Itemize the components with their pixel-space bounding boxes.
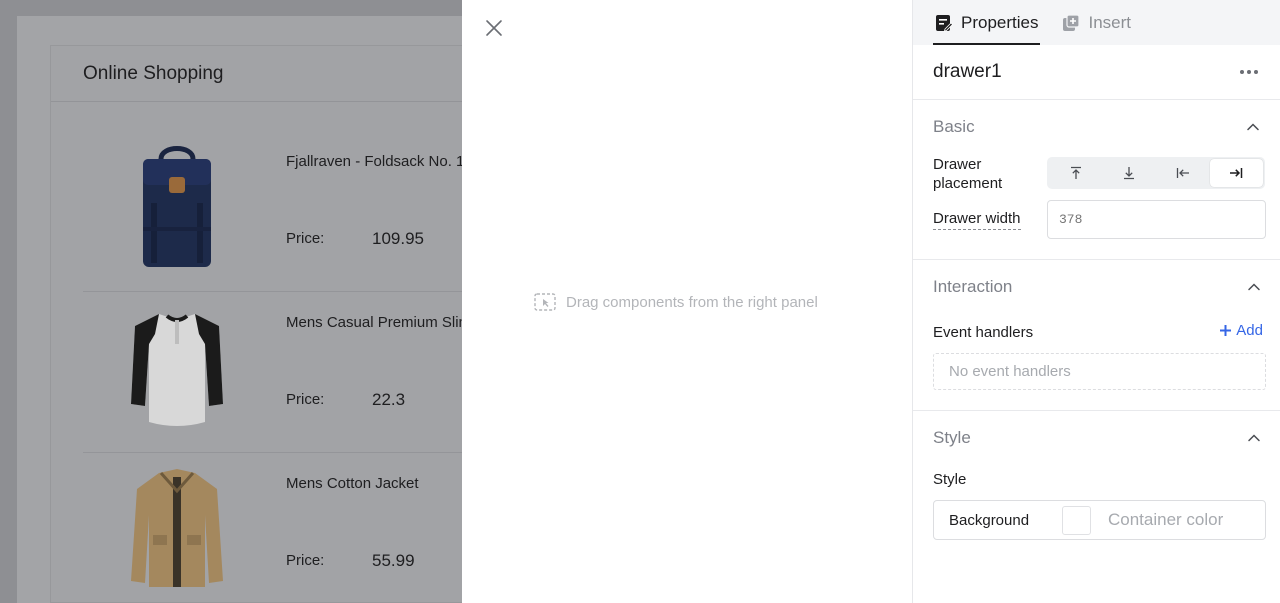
insert-icon	[1063, 13, 1081, 31]
interaction-section-title: Interaction	[933, 277, 1013, 296]
tab-insert[interactable]: Insert	[1060, 0, 1133, 45]
component-name[interactable]: drawer1	[933, 61, 1002, 83]
price-label: Price:	[286, 552, 325, 569]
panel-tabs: Properties Insert	[913, 0, 1280, 45]
properties-panel: Properties Insert drawer1 Basic Drawer p…	[912, 0, 1280, 603]
drag-component-icon	[534, 293, 556, 311]
basic-section-title: Basic	[933, 117, 975, 136]
product-name: Mens Cotton Jacket	[286, 475, 419, 492]
more-options-icon[interactable]	[1236, 66, 1262, 78]
interaction-section-header[interactable]: Interaction	[913, 260, 1280, 314]
event-handlers-label: Event handlers	[933, 324, 1034, 341]
align-right-icon	[1230, 168, 1243, 178]
placement-bottom-button[interactable]	[1103, 159, 1157, 187]
drawer-width-input[interactable]	[1047, 200, 1266, 239]
style-subtitle: Style	[933, 471, 967, 488]
background-label: Background	[949, 511, 1030, 529]
drop-zone-text: Drag components from the right panel	[566, 293, 818, 311]
event-handlers-empty: No event handlers	[933, 353, 1266, 390]
properties-icon	[936, 14, 953, 32]
chevron-up-icon	[1247, 123, 1259, 131]
align-bottom-icon	[1124, 167, 1135, 180]
background-placeholder: Container color	[1108, 510, 1224, 529]
tab-insert-label: Insert	[1088, 12, 1132, 32]
raglan-shirt-image	[131, 314, 223, 426]
interaction-section: Interaction Event handlers Add No event …	[913, 259, 1280, 410]
tab-properties-label: Properties	[961, 12, 1039, 32]
price-value: 55.99	[372, 551, 415, 570]
price-value: 22.3	[372, 390, 406, 409]
drawer[interactable]: Drag components from the right panel	[462, 0, 912, 603]
background-color-picker[interactable]: Background Container color	[933, 500, 1266, 540]
align-left-icon	[1176, 168, 1189, 178]
drop-zone-hint: Drag components from the right panel	[534, 293, 818, 311]
drawer-placement-label: Drawer placement	[933, 156, 1003, 192]
style-section: Style Style Background Container color	[913, 410, 1280, 603]
tab-properties[interactable]: Properties	[933, 0, 1041, 45]
placement-top-button[interactable]	[1049, 159, 1103, 187]
price-label: Price:	[286, 391, 325, 408]
card-title: Online Shopping	[83, 62, 224, 84]
style-section-title: Style	[933, 428, 971, 447]
add-event-handler-button[interactable]: Add	[1219, 322, 1263, 339]
color-swatch[interactable]	[1062, 505, 1091, 535]
plus-icon	[1220, 325, 1232, 336]
drawer-width-label: Drawer width	[933, 209, 1021, 230]
price-label: Price:	[286, 230, 325, 247]
placement-right-button[interactable]	[1209, 159, 1263, 187]
placement-left-button[interactable]	[1156, 159, 1210, 187]
basic-section-header[interactable]: Basic	[913, 100, 1280, 154]
add-label: Add	[1236, 322, 1263, 339]
align-top-icon	[1070, 166, 1081, 179]
drawer-placement-segmented	[1047, 157, 1265, 189]
component-name-row: drawer1	[913, 45, 1280, 100]
style-section-header[interactable]: Style	[913, 411, 1280, 465]
chevron-up-icon	[1248, 283, 1260, 291]
price-value: 109.95	[372, 229, 424, 248]
backpack-image	[143, 146, 211, 267]
chevron-up-icon	[1248, 434, 1260, 442]
jacket-image	[131, 469, 223, 587]
close-icon[interactable]	[484, 18, 504, 38]
